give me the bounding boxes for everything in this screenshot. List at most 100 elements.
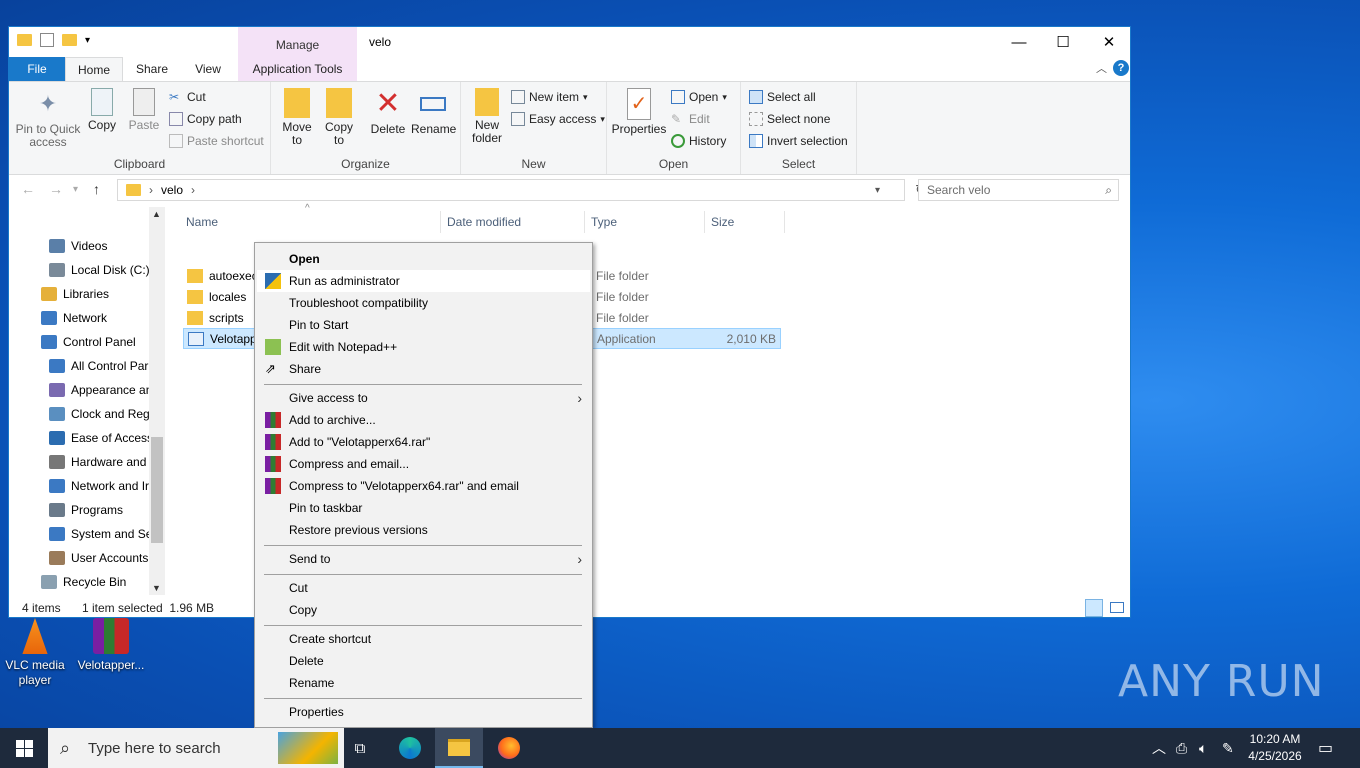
volume-icon[interactable]: 🔈︎ [1199, 728, 1207, 768]
scroll-up-icon[interactable]: ▲ [152, 209, 161, 219]
show-hidden-icons-chevron-icon[interactable]: ︿ [1152, 728, 1166, 768]
nav-item[interactable]: Control Panel [9, 331, 149, 353]
search-input[interactable]: Search velo ⌕ [918, 179, 1119, 201]
maximize-button[interactable]: ☐ [1040, 27, 1086, 57]
context-menu-item[interactable]: Open [257, 248, 590, 270]
start-button[interactable] [0, 728, 48, 768]
breadcrumb-chevron-icon[interactable]: › [191, 183, 195, 197]
easy-access-button[interactable]: Easy access ▾ [511, 112, 605, 126]
minimize-ribbon-chevron-icon[interactable]: ︿ [1096, 60, 1107, 76]
column-divider[interactable] [784, 211, 785, 233]
copy-to-button[interactable]: Copy to [319, 88, 359, 147]
nav-item[interactable]: Network [9, 307, 149, 329]
nav-item[interactable]: Recycle Bin [9, 571, 149, 593]
new-folder-button[interactable]: New folder [467, 88, 507, 145]
nav-item[interactable]: Ease of Access [9, 427, 153, 449]
tab-home[interactable]: Home [65, 57, 123, 81]
context-menu-item[interactable]: Copy [257, 599, 590, 621]
column-header-date-modified[interactable]: Date modified [447, 215, 521, 229]
context-menu-item[interactable]: Run as administrator [257, 270, 590, 292]
tab-view[interactable]: View [181, 57, 235, 81]
tab-application-tools[interactable]: Application Tools [238, 57, 357, 81]
tab-share[interactable]: Share [125, 57, 179, 81]
customize-qat-chevron-icon[interactable]: ▾ [85, 35, 90, 46]
column-header-name[interactable]: Name [186, 215, 218, 229]
select-none-button[interactable]: Select none [749, 112, 830, 126]
context-menu-item[interactable]: Rename [257, 672, 590, 694]
address-dropdown-chevron-icon[interactable]: ▾ [875, 185, 880, 196]
up-arrow-icon[interactable]: ↑ [93, 181, 100, 197]
address-box[interactable]: › velo › ▾ ↻ [117, 179, 926, 201]
context-menu-item[interactable]: Compress to "Velotapperx64.rar" and emai… [257, 475, 590, 497]
taskbar-search-input[interactable]: ⌕ Type here to search [48, 728, 344, 768]
tab-file[interactable]: File [9, 57, 65, 81]
recent-locations-chevron-icon[interactable]: ▾ [73, 184, 78, 195]
copy-button[interactable]: Copy [85, 88, 119, 132]
nav-item[interactable]: Local Disk (C:) [9, 259, 150, 281]
column-divider[interactable] [440, 211, 441, 233]
nav-item[interactable]: System and Sec [9, 523, 158, 545]
edit-button[interactable]: ✎ Edit [671, 112, 710, 126]
context-menu-item[interactable]: Edit with Notepad++ [257, 336, 590, 358]
history-button[interactable]: History [671, 134, 726, 148]
desktop-icon-velotapper[interactable]: Velotapper... [76, 618, 146, 673]
pin-to-quick-access-button[interactable]: ✦ Pin to Quick access [13, 88, 83, 149]
taskbar-clock[interactable]: 10:20 AM 4/25/2026 [1240, 731, 1310, 765]
context-menu-item[interactable]: Properties [257, 701, 590, 723]
large-icons-view-icon[interactable] [1110, 602, 1124, 613]
nav-item[interactable]: Clock and Regi [9, 403, 152, 425]
invert-selection-button[interactable]: Invert selection [749, 134, 848, 148]
forward-arrow-icon[interactable]: → [49, 181, 63, 197]
scroll-down-icon[interactable]: ▼ [152, 583, 161, 593]
column-divider[interactable] [584, 211, 585, 233]
context-menu-item[interactable]: Compress and email... [257, 453, 590, 475]
task-view-button[interactable]: ⧉ [336, 728, 384, 768]
select-all-button[interactable]: Select all [749, 90, 816, 104]
column-divider[interactable] [704, 211, 705, 233]
context-menu-item[interactable]: Delete [257, 650, 590, 672]
navigation-scrollbar[interactable]: ▲ ▼ [149, 207, 165, 595]
breadcrumb-velo[interactable]: velo [161, 183, 183, 197]
nav-item[interactable]: Videos [9, 235, 149, 257]
notifications-icon[interactable]: ▭ [1318, 728, 1333, 768]
nav-item[interactable]: Appearance an [9, 379, 152, 401]
context-menu-item[interactable]: Add to archive... [257, 409, 590, 431]
nav-item[interactable]: User Accounts [9, 547, 149, 569]
nav-item[interactable]: Libraries [9, 283, 149, 305]
context-menu-item[interactable]: Create shortcut [257, 628, 590, 650]
scrollbar-thumb[interactable] [151, 437, 163, 543]
context-menu-item[interactable]: Restore previous versions [257, 519, 590, 541]
context-menu-item[interactable]: Pin to Start [257, 314, 590, 336]
help-icon[interactable]: ? [1113, 60, 1129, 76]
input-indicator-icon[interactable]: ✎ [1222, 728, 1234, 768]
context-menu-item[interactable]: Troubleshoot compatibility [257, 292, 590, 314]
minimize-button[interactable]: — [996, 27, 1042, 57]
properties-qat-icon[interactable] [40, 33, 54, 47]
file-explorer-taskbar-button[interactable] [435, 728, 483, 768]
cut-button[interactable]: ✂ Cut [169, 90, 206, 104]
open-button[interactable]: Open ▾ [671, 90, 727, 104]
paste-button[interactable]: Paste [127, 88, 161, 132]
context-menu-item[interactable]: Add to "Velotapperx64.rar" [257, 431, 590, 453]
properties-button[interactable]: ✓ Properties [611, 88, 667, 136]
network-icon[interactable]: ⎙ [1176, 728, 1187, 768]
move-to-button[interactable]: Move to [277, 88, 317, 147]
delete-button[interactable]: ✕ Delete [369, 88, 407, 136]
details-view-icon[interactable] [1085, 599, 1103, 617]
firefox-taskbar-button[interactable] [485, 728, 533, 768]
close-button[interactable]: ✕ [1086, 27, 1132, 57]
new-folder-qat-icon[interactable] [62, 34, 77, 46]
nav-item[interactable]: Network and Ir [9, 475, 149, 497]
copy-path-button[interactable]: Copy path [169, 112, 242, 126]
paste-shortcut-button[interactable]: Paste shortcut [169, 134, 264, 148]
context-menu-item[interactable]: Give access to › [257, 387, 590, 409]
nav-item[interactable]: Programs [9, 499, 149, 521]
edge-taskbar-button[interactable] [386, 728, 434, 768]
nav-item[interactable]: Hardware and [9, 451, 149, 473]
desktop-icon-vlc[interactable]: VLC media player [0, 618, 70, 688]
rename-button[interactable]: Rename [411, 88, 456, 136]
context-menu-item[interactable]: ⇗ Share [257, 358, 590, 380]
column-header-type[interactable]: Type [591, 215, 617, 229]
nav-item[interactable]: All Control Par [9, 355, 149, 377]
new-item-button[interactable]: New item ▾ [511, 90, 588, 104]
